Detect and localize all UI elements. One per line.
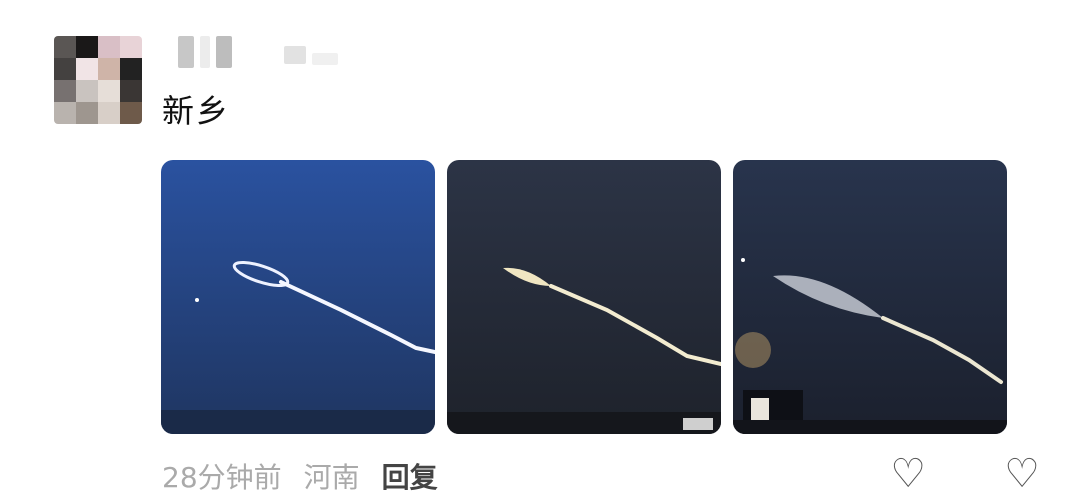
photo-2[interactable] bbox=[447, 160, 721, 434]
reply-button[interactable]: 回复 bbox=[382, 456, 438, 494]
post-actions: ♡ ♡ bbox=[890, 454, 1040, 494]
post-meta: 28分钟前 河南 回复 bbox=[162, 456, 438, 494]
heart-icon[interactable]: ♡ bbox=[1004, 454, 1040, 494]
post-time: 28分钟前 bbox=[162, 461, 282, 494]
avatar[interactable] bbox=[54, 36, 142, 124]
post-text: 新乡 bbox=[162, 92, 231, 130]
photo-grid bbox=[161, 160, 1007, 434]
post-location: 河南 bbox=[303, 461, 360, 494]
photo-1[interactable] bbox=[161, 160, 435, 434]
username-blurred[interactable] bbox=[178, 34, 338, 70]
photo-3[interactable] bbox=[733, 160, 1007, 434]
heart-icon[interactable]: ♡ bbox=[890, 454, 926, 494]
